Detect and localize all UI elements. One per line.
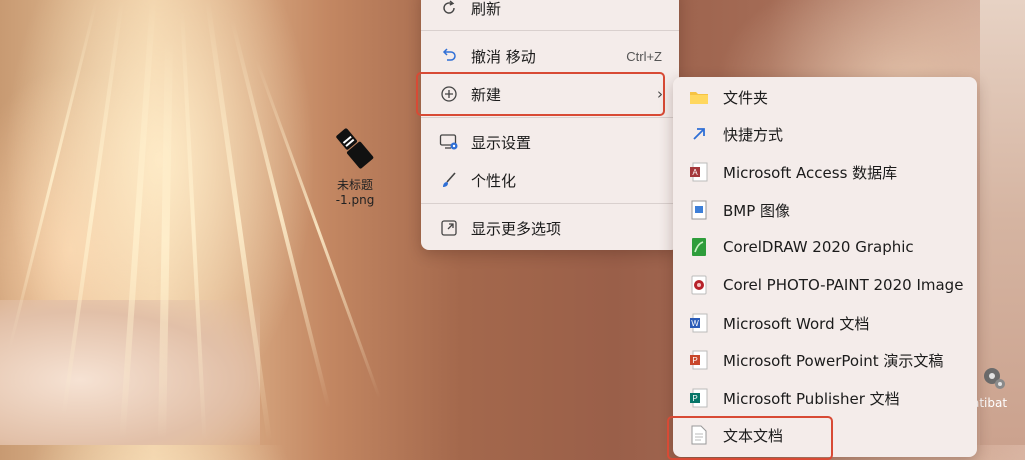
menu-item-more-options[interactable]: 显示更多选项 [421,210,679,246]
folder-icon [689,87,709,107]
highlight-new [416,72,665,116]
more-options-icon [439,218,459,238]
personalize-brush-icon [439,170,459,190]
submenu-item-label: Corel PHOTO-PAINT 2020 Image [723,276,964,294]
submenu-item-label: BMP 图像 [723,201,791,220]
powerpoint-icon: P [689,350,709,370]
submenu-item-powerpoint[interactable]: P Microsoft PowerPoint 演示文稿 [673,342,977,378]
menu-item-display-settings[interactable]: 显示设置 [421,124,679,160]
submenu-item-label: Microsoft Word 文档 [723,314,870,333]
submenu-item-publisher[interactable]: P Microsoft Publisher 文档 [673,380,977,416]
submenu-item-folder[interactable]: 文件夹 [673,79,977,115]
context-menu: 刷新 撤消 移动 Ctrl+Z 新建 › 显示设置 个性化 显示更多选项 [421,0,679,250]
access-icon: A [689,162,709,182]
menu-item-label: 显示设置 [471,133,532,152]
undo-icon [439,46,459,66]
submenu-item-label: CorelDRAW 2020 Graphic [723,238,914,256]
shortcut-icon [689,124,709,144]
menu-item-label: 个性化 [471,171,517,190]
menu-separator [421,117,679,118]
submenu-item-word[interactable]: W Microsoft Word 文档 [673,305,977,341]
submenu-item-shortcut[interactable]: 快捷方式 [673,116,977,152]
menu-separator [421,30,679,31]
refresh-icon [439,0,459,18]
display-settings-icon [439,132,459,152]
photopaint-icon [689,275,709,295]
file-label-line1: 未标题 [336,178,373,192]
submenu-item-label: Microsoft PowerPoint 演示文稿 [723,351,944,370]
menu-item-label: 撤消 移动 [471,47,536,66]
coreldraw-icon [689,237,709,257]
menu-separator [421,203,679,204]
svg-text:P: P [692,394,697,403]
submenu-item-bmp[interactable]: BMP 图像 [673,192,977,228]
partial-icon-label: atibat [972,396,1008,410]
partial-desktop-icon[interactable]: atibat [972,362,1025,411]
highlight-text-document [667,416,833,460]
gears-icon [978,362,1025,396]
svg-text:W: W [691,319,699,328]
menu-item-label: 显示更多选项 [471,219,562,238]
submenu-item-label: 快捷方式 [723,125,784,144]
submenu-item-photopaint[interactable]: Corel PHOTO-PAINT 2020 Image [673,267,977,303]
desktop-file-icon[interactable]: 未标题 -1.png [323,124,387,208]
submenu-item-coreldraw[interactable]: CorelDRAW 2020 Graphic [673,229,977,265]
submenu-item-label: Microsoft Access 数据库 [723,163,898,182]
submenu-item-label: 文件夹 [723,88,769,107]
publisher-icon: P [689,388,709,408]
menu-item-personalize[interactable]: 个性化 [421,162,679,198]
image-file-icon [323,124,387,178]
file-label-line2: -1.png [335,193,375,207]
menu-item-label: 刷新 [471,0,502,18]
svg-text:P: P [692,356,697,365]
new-submenu: 文件夹 快捷方式 A Microsoft Access 数据库 BMP 图像 C… [673,77,977,457]
word-icon: W [689,313,709,333]
menu-item-refresh[interactable]: 刷新 [421,0,679,26]
submenu-item-access[interactable]: A Microsoft Access 数据库 [673,154,977,190]
shortcut-label: Ctrl+Z [626,48,662,64]
submenu-item-label: Microsoft Publisher 文档 [723,389,900,408]
svg-text:A: A [692,168,698,177]
menu-item-undo-move[interactable]: 撤消 移动 Ctrl+Z [421,38,679,74]
bmp-icon [689,200,709,220]
